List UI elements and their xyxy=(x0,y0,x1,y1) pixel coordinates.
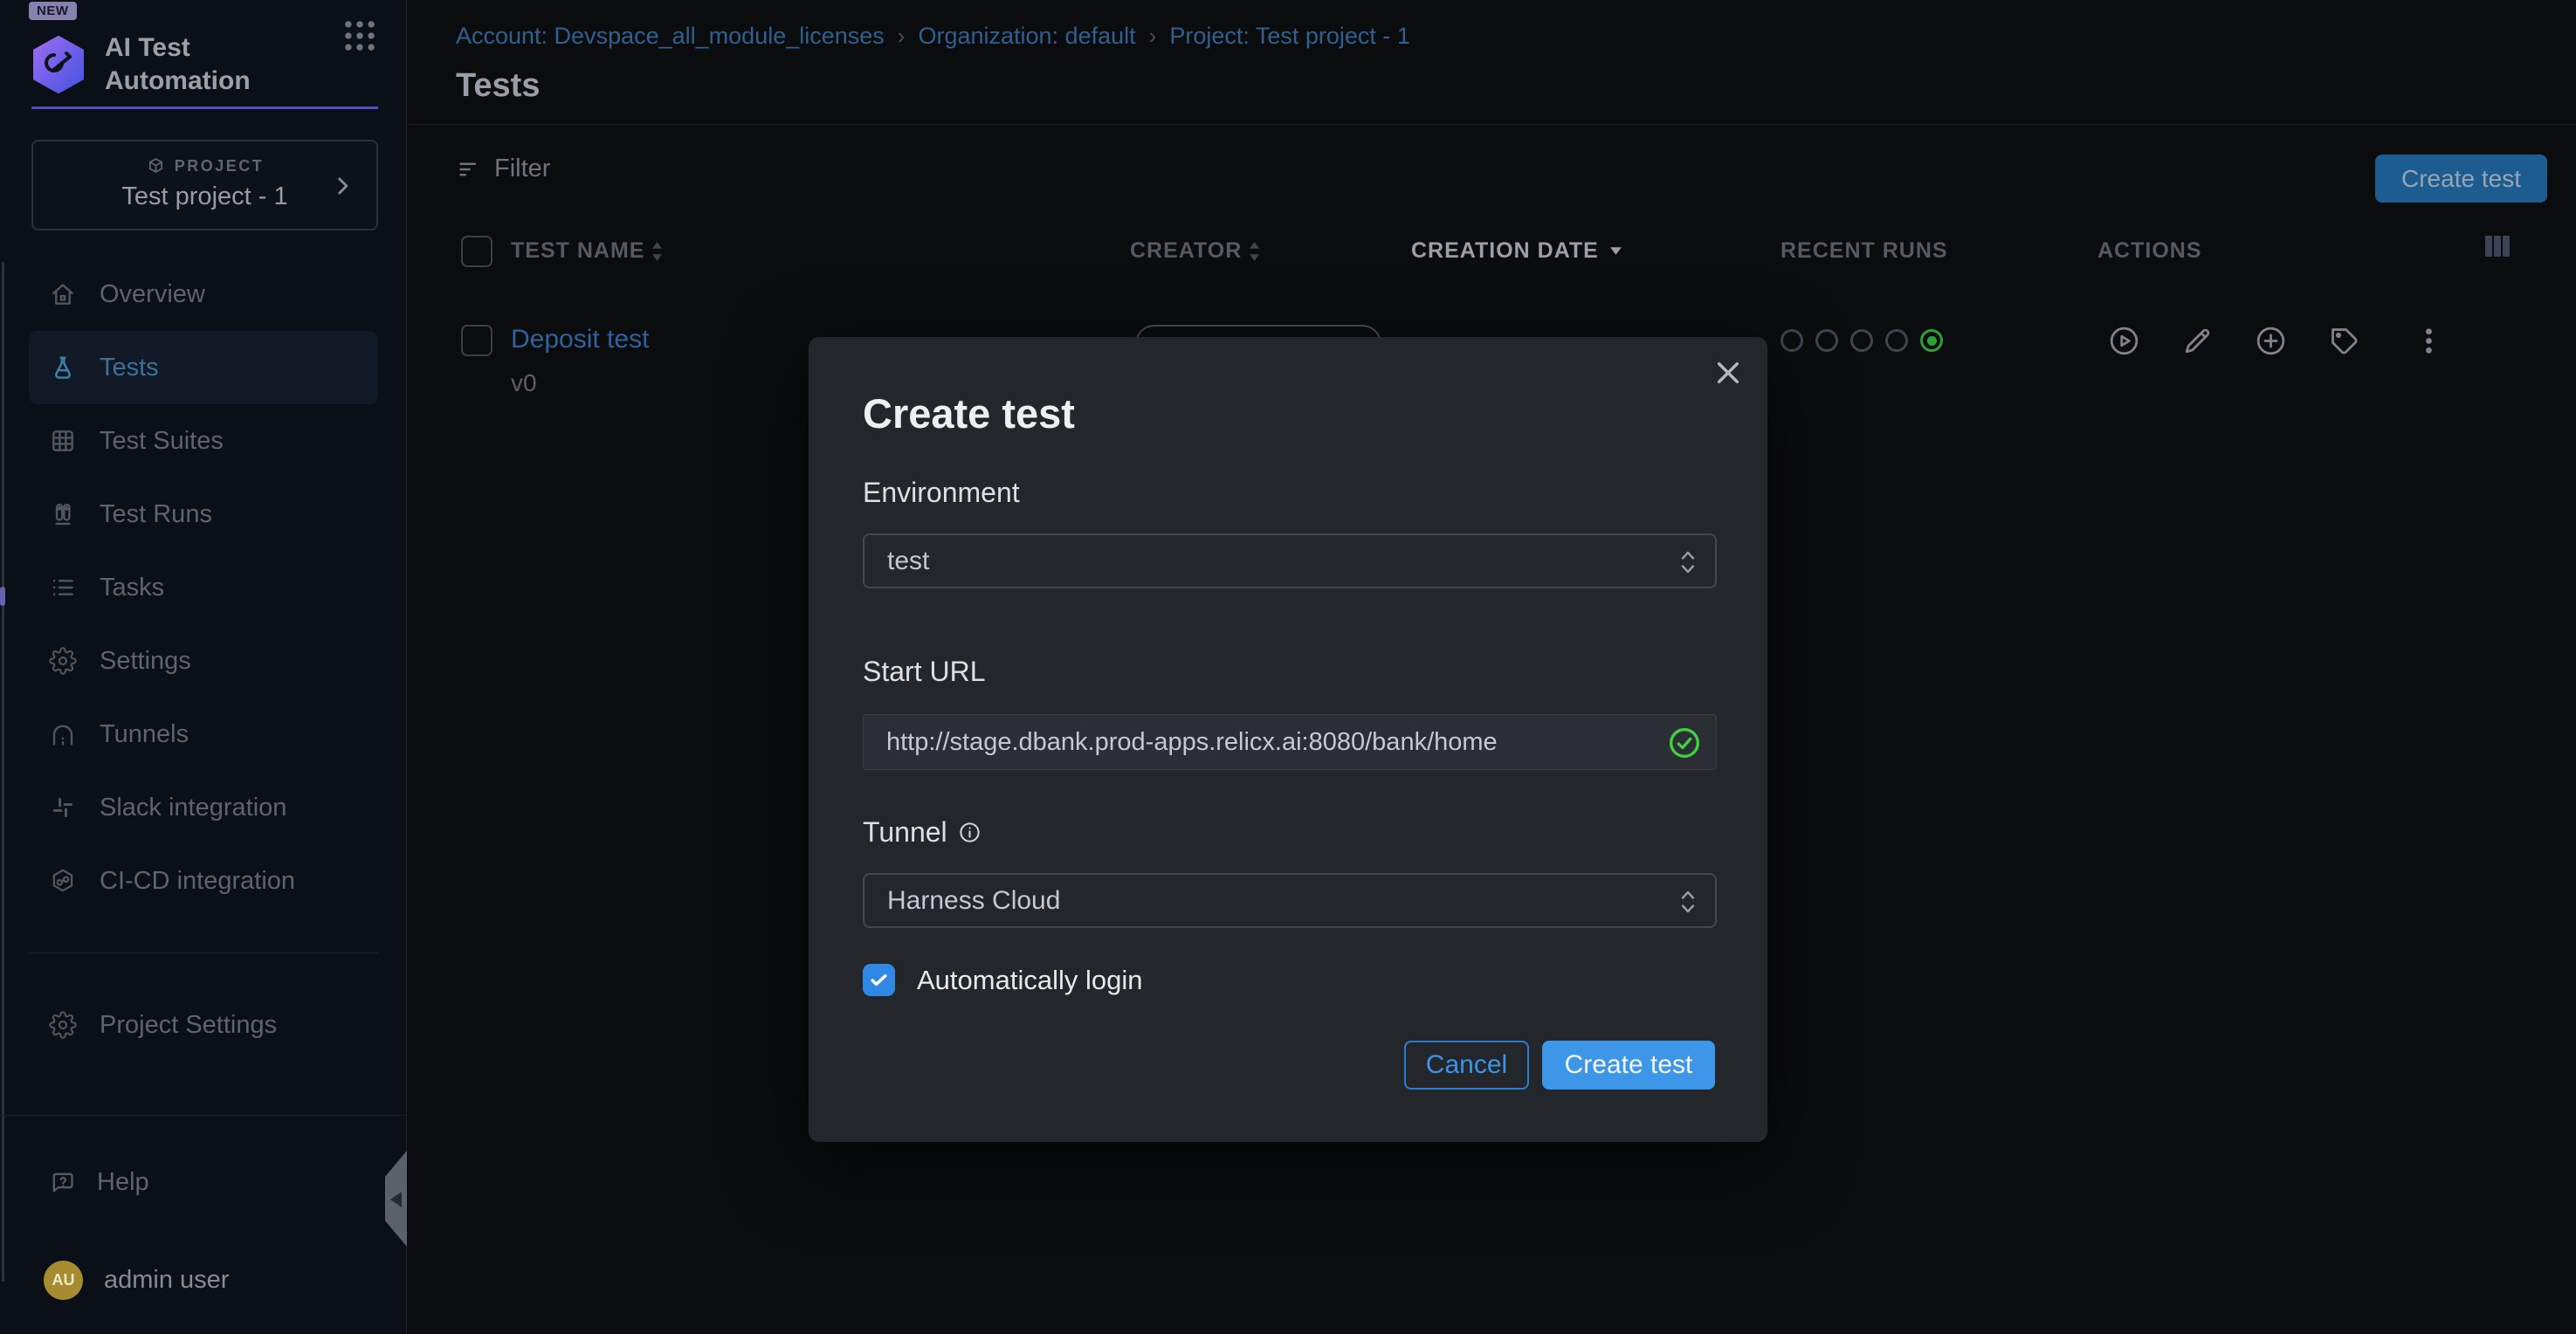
auto-login-label: Automatically login xyxy=(917,965,1142,996)
breadcrumb: Account: Devspace_all_module_licenses › … xyxy=(456,23,2576,50)
breadcrumb-organization[interactable]: Organization: default xyxy=(918,23,1135,50)
sidebar-footer-divider xyxy=(0,1115,406,1116)
start-url-label: Start URL xyxy=(863,656,985,688)
tunnel-label: Tunnel xyxy=(863,816,981,849)
tag-icon[interactable] xyxy=(2328,325,2360,357)
sidebar-divider xyxy=(29,952,378,953)
sidebar-item-slack-integration[interactable]: Slack integration xyxy=(0,771,407,844)
column-test-name[interactable]: TEST NAME xyxy=(511,238,663,264)
run-status-dot[interactable] xyxy=(1885,329,1908,352)
project-name: Test project - 1 xyxy=(33,182,376,211)
new-badge: NEW xyxy=(29,2,77,20)
breadcrumb-separator: › xyxy=(885,23,919,50)
sidebar-item-test-runs[interactable]: Test Runs xyxy=(0,478,407,551)
apps-grid-icon[interactable] xyxy=(341,17,378,54)
test-name-link[interactable]: Deposit test xyxy=(511,325,649,354)
sidebar: NEW AI Test Automation PROJECT Test proj… xyxy=(0,0,407,1334)
sort-desc-icon xyxy=(1609,246,1622,256)
sidebar-item-settings[interactable]: Settings xyxy=(0,624,407,698)
sidebar-item-cicd-integration[interactable]: CI-CD integration xyxy=(0,844,407,918)
gear-icon xyxy=(49,647,77,675)
toolbar: Filter Create test xyxy=(408,125,2576,223)
create-test-modal: Create test Environment test Start URL h… xyxy=(809,337,1767,1142)
environment-label: Environment xyxy=(863,477,1020,509)
column-actions: ACTIONS xyxy=(2097,238,2202,264)
close-icon[interactable] xyxy=(1712,356,1745,389)
breadcrumb-account[interactable]: Account: Devspace_all_module_licenses xyxy=(456,23,885,50)
tunnel-select[interactable]: Harness Cloud xyxy=(863,873,1717,928)
run-status-dot[interactable] xyxy=(1815,329,1838,352)
home-icon xyxy=(49,280,77,308)
info-icon[interactable] xyxy=(958,821,981,844)
page-title: Tests xyxy=(456,67,2576,105)
pencil-icon[interactable] xyxy=(2181,325,2214,357)
sidebar-item-test-suites[interactable]: Test Suites xyxy=(0,404,407,478)
row-checkbox[interactable] xyxy=(461,325,492,356)
play-icon[interactable] xyxy=(2108,325,2140,357)
kebab-icon[interactable] xyxy=(2413,325,2445,357)
brand: AI Test Automation xyxy=(31,31,381,97)
project-cube-icon xyxy=(146,156,166,176)
brand-logo-icon xyxy=(31,36,86,93)
auto-login-checkbox-row[interactable]: Automatically login xyxy=(863,964,1142,996)
collapse-left-icon xyxy=(390,1192,402,1207)
sidebar-item-tunnels[interactable]: Tunnels xyxy=(0,698,407,771)
sidebar-nav: Overview Tests Test Suites Test Runs Tas… xyxy=(0,258,407,1062)
run-status-dot-passed[interactable] xyxy=(1920,329,1943,352)
select-all-checkbox[interactable] xyxy=(461,236,492,267)
run-status-dot[interactable] xyxy=(1850,329,1873,352)
environment-select[interactable]: test xyxy=(863,533,1717,588)
cicd-icon xyxy=(49,867,77,895)
breadcrumb-project[interactable]: Project: Test project - 1 xyxy=(1169,23,1410,50)
test-runs-icon xyxy=(49,500,77,528)
app-root: NEW AI Test Automation PROJECT Test proj… xyxy=(0,0,2576,1334)
filter-button[interactable]: Filter xyxy=(456,155,550,183)
slack-icon xyxy=(49,794,77,822)
sidebar-item-tasks[interactable]: Tasks xyxy=(0,551,407,624)
sidebar-item-help[interactable]: Help xyxy=(0,1145,407,1219)
table-header: TEST NAME CREATOR CREATION DATE RECENT R… xyxy=(408,223,2576,280)
flask-icon xyxy=(49,354,77,382)
gear-icon xyxy=(49,1011,77,1039)
start-url-input[interactable]: http://stage.dbank.prod-apps.relicx.ai:8… xyxy=(863,714,1717,770)
select-chevrons-icon xyxy=(1678,887,1698,917)
modal-create-test-button[interactable]: Create test xyxy=(1542,1041,1715,1090)
columns-icon[interactable] xyxy=(2484,235,2511,258)
modal-title: Create test xyxy=(863,389,1075,437)
project-selector[interactable]: PROJECT Test project - 1 xyxy=(31,140,378,230)
brand-underline xyxy=(31,107,378,109)
sidebar-item-overview[interactable]: Overview xyxy=(0,258,407,331)
column-creator[interactable]: CREATOR xyxy=(1130,238,1260,264)
run-status-dot[interactable] xyxy=(1780,329,1803,352)
column-creation-date[interactable]: CREATION DATE xyxy=(1411,238,1622,264)
valid-check-icon xyxy=(1667,725,1702,760)
breadcrumb-separator: › xyxy=(1136,23,1170,50)
brand-name: AI Test Automation xyxy=(105,31,266,97)
select-chevrons-icon xyxy=(1678,547,1698,577)
plus-icon[interactable] xyxy=(2255,325,2287,357)
filter-icon xyxy=(456,156,482,182)
table-grid-icon xyxy=(49,427,77,455)
project-label: PROJECT xyxy=(175,157,265,175)
help-icon xyxy=(49,1169,76,1196)
sidebar-item-project-settings[interactable]: Project Settings xyxy=(0,988,407,1062)
column-recent-runs: RECENT RUNS xyxy=(1780,238,1948,264)
checkbox-checked[interactable] xyxy=(863,964,895,996)
tunnel-icon xyxy=(49,720,77,748)
sort-icon xyxy=(651,241,663,262)
test-version: v0 xyxy=(511,369,537,397)
tasks-list-icon xyxy=(49,574,77,602)
chevron-right-icon xyxy=(331,175,354,197)
cancel-button[interactable]: Cancel xyxy=(1404,1041,1529,1090)
create-test-button[interactable]: Create test xyxy=(2375,155,2547,203)
sidebar-item-tests[interactable]: Tests xyxy=(29,331,378,404)
user-menu[interactable]: AU admin user xyxy=(0,1243,407,1317)
sort-icon xyxy=(1249,241,1260,262)
page-header: Account: Devspace_all_module_licenses › … xyxy=(408,0,2576,125)
avatar: AU xyxy=(44,1261,83,1300)
user-name: admin user xyxy=(104,1266,229,1295)
